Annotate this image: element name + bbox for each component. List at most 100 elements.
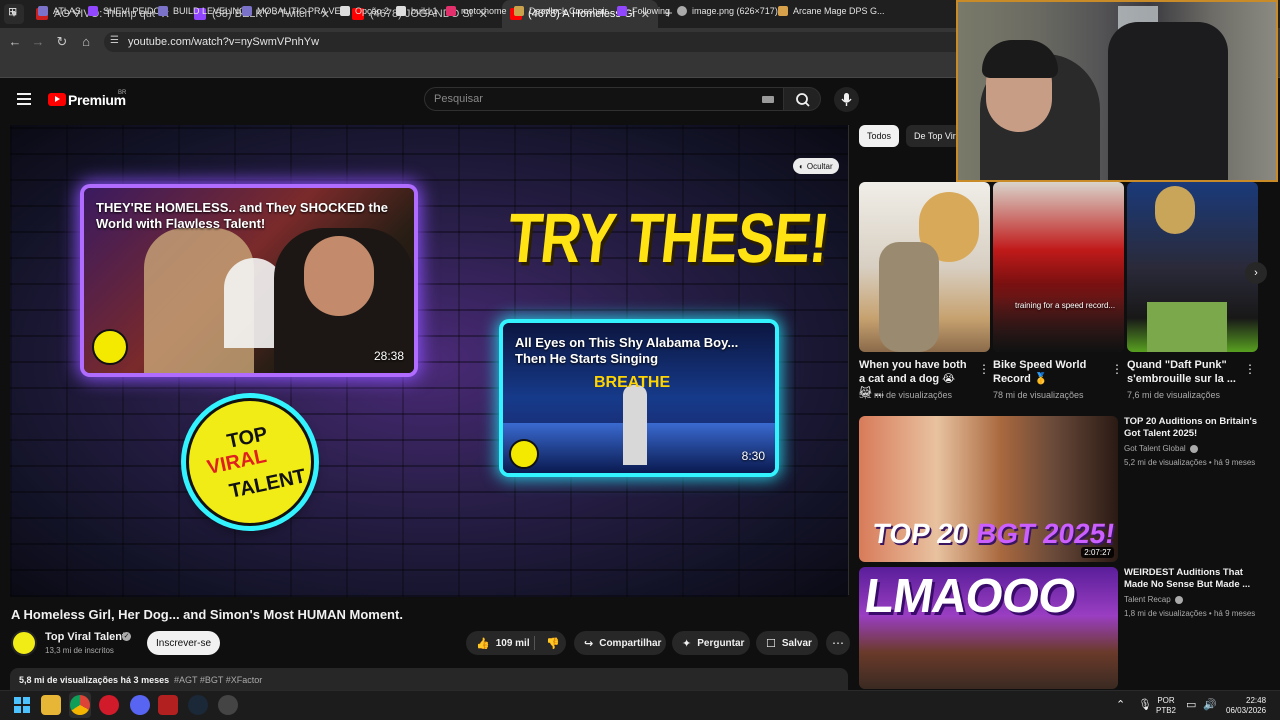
steam-icon[interactable] (188, 695, 208, 715)
search-icon (796, 93, 810, 107)
verified-icon (1189, 444, 1198, 453)
bookmark-icon (396, 6, 406, 16)
short-menu-icon[interactable]: ⋮ (1244, 362, 1256, 376)
endscreen-card-title: All Eyes on This Shy Alabama Boy... Then… (515, 335, 739, 366)
channel-badge-icon (92, 329, 128, 365)
bookmark-following[interactable]: Following (617, 0, 670, 22)
keyboard-icon[interactable] (762, 96, 774, 103)
divider (848, 125, 849, 595)
sparkle-icon: ✦ (682, 637, 692, 650)
network-icon[interactable]: ▭ (1186, 698, 1196, 711)
channel-name[interactable]: Talent Recap (1124, 595, 1183, 604)
save-button[interactable]: ☐ Salvar (756, 631, 818, 655)
bookmark-icon (340, 6, 350, 16)
video-title[interactable]: WEIRDEST Auditions That Made No Sense Bu… (1124, 567, 1258, 591)
file-explorer-icon[interactable] (41, 695, 61, 715)
endscreen-video-card[interactable]: THEY'RE HOMELESS.. and They SHOCKED the … (84, 188, 414, 373)
country-code: BR (118, 90, 127, 96)
bookmark-mobalitic[interactable]: MOBALITIC PRA VER (242, 0, 347, 22)
windows-start-icon[interactable] (12, 695, 32, 715)
hashtags[interactable]: #AGT #BGT #XFactor (174, 675, 262, 685)
app-icon[interactable] (218, 695, 238, 715)
opera-icon[interactable] (99, 695, 119, 715)
bookmark-deadlock[interactable]: Deadlock Crosshair... (514, 0, 615, 22)
bookmark-opcao-2[interactable]: Opção 2 (340, 0, 389, 22)
views-and-date: 5,8 mi de visualizações há 3 meses (19, 675, 170, 685)
chip-all[interactable]: Todos (859, 125, 900, 147)
short-menu-icon[interactable]: ⋮ (978, 362, 990, 376)
video-thumbnail[interactable]: TOP 20 BGT 2025! 2:07:27 (859, 416, 1118, 562)
chrome-icon[interactable] (70, 695, 90, 715)
bookmark-icon (158, 6, 168, 16)
short-thumbnail[interactable] (1127, 182, 1258, 352)
twitch-icon (617, 6, 627, 16)
home-icon[interactable]: ⌂ (77, 34, 95, 49)
instagram-icon (446, 6, 456, 16)
discord-icon[interactable] (130, 695, 150, 715)
bookmark-build-leveling[interactable]: BUILD LEVELING (158, 0, 246, 22)
forward-icon[interactable]: → (29, 34, 47, 49)
short-thumbnail[interactable]: training for a speed record... (993, 182, 1124, 352)
webcam-headset (982, 40, 1058, 78)
subscribe-channel-logo[interactable]: TOP VIRAL TALENT (186, 398, 314, 526)
search-button[interactable] (783, 87, 821, 111)
share-button[interactable]: ↪ Compartilhar (574, 631, 666, 655)
bookmark-image-png[interactable]: image.png (626×717) (677, 0, 778, 22)
volume-icon[interactable]: 🔊 (1203, 698, 1217, 711)
ask-button[interactable]: ✦ Perguntar (672, 631, 750, 655)
video-duration: 8:30 (741, 449, 765, 463)
endscreen-heading: TRY THESE! (503, 198, 832, 277)
site-info-icon[interactable]: ☰ (110, 35, 119, 46)
video-title[interactable]: TOP 20 Auditions on Britain's Got Talent… (1124, 416, 1258, 440)
channel-avatar[interactable] (11, 630, 37, 656)
apps-grid-icon[interactable]: ⊞ (8, 0, 17, 22)
tray-chevron-icon[interactable]: ⌃ (1116, 698, 1125, 711)
bookmark-atlas[interactable]: ATLAS (38, 0, 81, 22)
menu-icon[interactable] (17, 93, 31, 105)
video-duration: 2:07:27 (1081, 547, 1114, 558)
endscreen-video-card[interactable]: All Eyes on This Shy Alabama Boy... Then… (503, 323, 775, 473)
channel-name[interactable]: Got Talent Global (1124, 444, 1198, 453)
video-title: A Homeless Girl, Her Dog... and Simon's … (11, 607, 403, 622)
reload-icon[interactable]: ↻ (53, 34, 71, 50)
short-title[interactable]: Bike Speed World Record 🥇 (993, 358, 1103, 386)
microphone-tray-icon[interactable]: 🎙 (1138, 698, 1152, 711)
shorts-next-button[interactable]: › (1245, 262, 1267, 284)
subscribe-button[interactable]: Inscrever-se (147, 631, 220, 655)
app-icon[interactable] (158, 695, 178, 715)
short-menu-icon[interactable]: ⋮ (1111, 362, 1123, 376)
bookmark-motorhome[interactable]: motorhome (446, 0, 507, 22)
video-duration: 28:38 (373, 349, 404, 363)
card-overlay-text: BREATHE (594, 374, 671, 391)
short-title[interactable]: Quand "Daft Punk" s'embrouille sur la ..… (1127, 358, 1237, 386)
channel-name[interactable]: Top Viral Talent (45, 631, 126, 643)
hide-endscreen-button[interactable]: ◐ Ocultar (793, 158, 839, 174)
dislike-button[interactable]: 👎 (536, 631, 566, 655)
bookmark-build-1[interactable]: build 1 (396, 0, 438, 22)
short-views: 5,1 mi de visualizações (859, 390, 953, 400)
bookmark-arcane-mage[interactable]: Arcane Mage DPS G... (778, 0, 885, 22)
short-thumbnail[interactable] (859, 182, 990, 352)
short-views: 78 mi de visualizações (993, 390, 1084, 400)
voice-search-button[interactable] (834, 87, 859, 112)
twitch-icon (88, 6, 98, 16)
language-indicator[interactable]: POR PTB2 (1156, 696, 1176, 716)
bookmark-icon (778, 6, 788, 16)
thumbs-down-icon: 👎 (546, 637, 560, 650)
helmet-figure (1155, 186, 1195, 234)
url-text[interactable]: youtube.com/watch?v=nySwmVPnhYw (128, 36, 319, 48)
chevron-right-icon: › (1254, 267, 1258, 279)
thumbnail-face (304, 236, 374, 316)
eye-off-icon: ◐ (799, 161, 804, 171)
video-thumbnail[interactable]: LMAOOO (859, 567, 1118, 689)
back-icon[interactable]: ← (6, 34, 24, 49)
more-actions-button[interactable]: ⋯ (826, 631, 850, 655)
microphone-icon (841, 93, 852, 106)
search-placeholder: Pesquisar (434, 93, 483, 105)
bookmark-shevi-peido[interactable]: SHEVI PEIDO (88, 0, 161, 22)
video-meta: 1,8 mi de visualizações • há 9 meses (1124, 609, 1256, 618)
globe-icon (677, 6, 687, 16)
clock[interactable]: 22:48 06/03/2026 (1226, 696, 1266, 716)
like-button[interactable]: 👍 109 mil (466, 631, 534, 655)
youtube-logo-icon[interactable] (48, 93, 66, 106)
